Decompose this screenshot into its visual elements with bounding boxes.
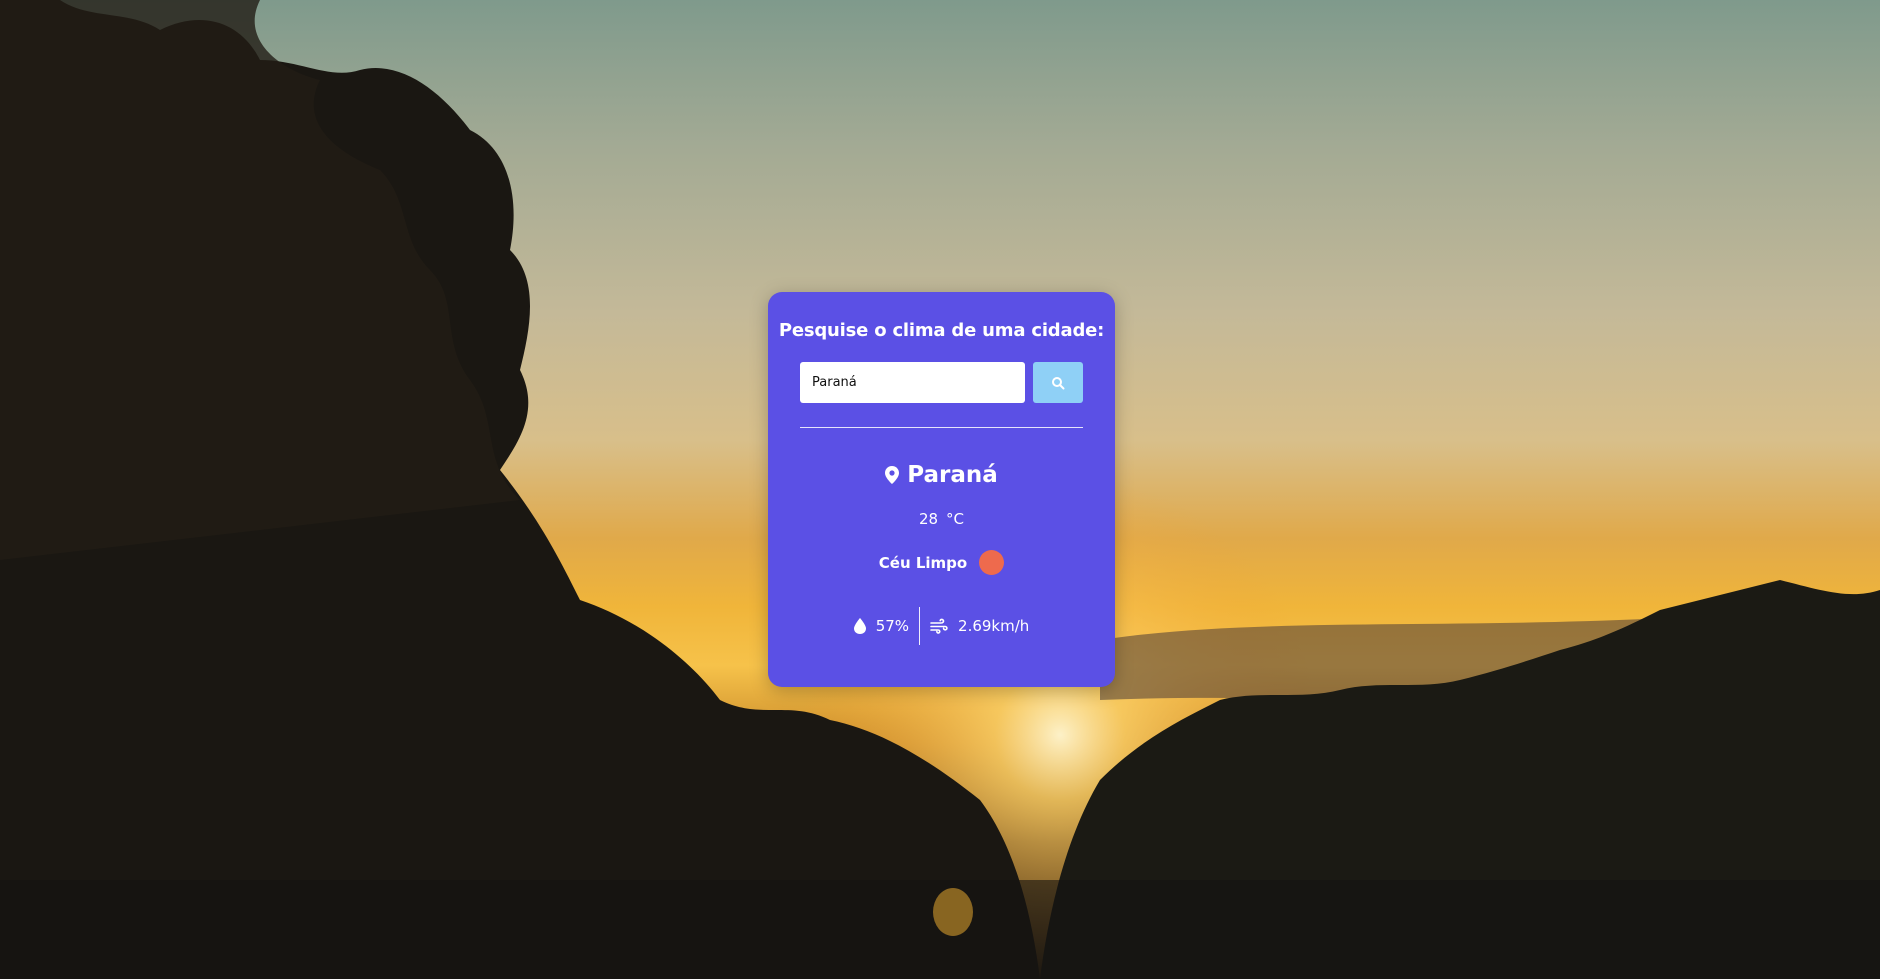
condition-row: Céu Limpo [768, 550, 1115, 575]
weather-description: Céu Limpo [878, 553, 968, 572]
humidity-stat: 57% [844, 617, 919, 635]
city-name: Paraná [907, 462, 998, 488]
location-pin-icon [885, 466, 900, 484]
divider [800, 427, 1083, 428]
weather-condition-icon [979, 550, 1005, 575]
weather-stats: 57% 2.69km/h [768, 607, 1115, 645]
wind-value: 2.69km/h [958, 617, 1030, 635]
humidity-value: 57% [875, 617, 910, 635]
wind-icon [930, 618, 948, 634]
temperature-unit: °C [946, 510, 965, 528]
wind-stat: 2.69km/h [920, 617, 1039, 635]
background-photo: Pesquise o clima de uma cidade: Paraná 2… [0, 0, 1880, 979]
search-heading: Pesquise o clima de uma cidade: [778, 320, 1105, 341]
search-form [800, 362, 1083, 403]
water-drop-icon [853, 618, 866, 634]
location-row: Paraná [768, 462, 1115, 488]
search-icon [1052, 376, 1065, 389]
city-search-input[interactable] [800, 362, 1025, 403]
weather-card: Pesquise o clima de uma cidade: Paraná 2… [768, 292, 1115, 687]
search-button[interactable] [1033, 362, 1083, 403]
temperature-row: 28 °C [768, 510, 1115, 528]
temperature-value: 28 [918, 510, 939, 528]
